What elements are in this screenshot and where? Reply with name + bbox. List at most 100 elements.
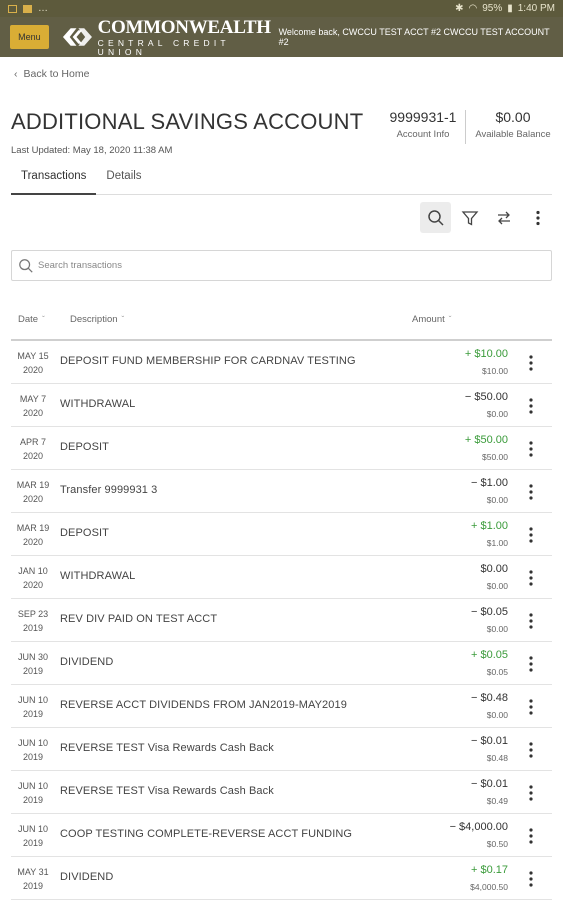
table-row[interactable]: MAR 19 2020 DEPOSIT + $1.00 $1.00 xyxy=(11,513,552,556)
row-running-balance: $0.00 xyxy=(486,624,508,634)
divider xyxy=(465,110,466,144)
row-more-icon[interactable] xyxy=(522,654,540,674)
row-description: Transfer 9999931 3 xyxy=(60,484,158,496)
bluetooth-icon: ✱ xyxy=(455,3,464,14)
table-row[interactable]: MAR 19 2020 Transfer 9999931 3 − $1.00 $0.00 xyxy=(11,470,552,513)
row-description: DIVIDEND xyxy=(60,656,114,668)
filter-icon[interactable] xyxy=(454,202,485,233)
back-link-label: Back to Home xyxy=(23,68,90,80)
row-description: DEPOSIT FUND MEMBERSHIP FOR CARDNAV TEST… xyxy=(60,355,356,367)
row-running-balance: $0.05 xyxy=(486,667,508,677)
notification-icon xyxy=(23,4,32,13)
row-running-balance: $50.00 xyxy=(482,452,508,462)
table-row[interactable]: JUN 10 2019 REVERSE TEST Visa Rewards Cash… xyxy=(11,728,552,771)
row-amount: − $50.00 xyxy=(464,391,508,403)
column-header-amount[interactable]: Amount ˇ xyxy=(412,314,451,325)
logo-text: COMMONWEALTH CENTRAL CREDIT UNION xyxy=(98,18,279,56)
table-row[interactable]: JAN 10 2020 WITHDRAWAL $0.00 $0.00 xyxy=(11,556,552,599)
column-header-description-label: Description xyxy=(70,314,118,325)
notification-icon xyxy=(8,4,17,13)
table-row[interactable]: JUN 30 2019 DIVIDEND + $0.05 $0.05 xyxy=(11,642,552,685)
menu-button[interactable]: Menu xyxy=(10,25,49,49)
tab-transactions[interactable]: Transactions xyxy=(11,168,97,195)
logo[interactable]: COMMONWEALTH CENTRAL CREDIT UNION xyxy=(61,18,279,56)
available-balance: $0.00 Available Balance xyxy=(470,109,556,140)
column-header-date[interactable]: Date ˇ xyxy=(18,314,45,325)
row-running-balance: $1.00 xyxy=(486,538,508,548)
row-date: MAY 7 2020 xyxy=(19,394,47,418)
column-header-date-label: Date xyxy=(18,314,39,325)
battery-icon: ▮ xyxy=(507,3,513,14)
welcome-message: Welcome back, CWCCU TEST ACCT #2 CWCCU T… xyxy=(278,27,550,47)
account-info[interactable]: 9999931-1 Account Info xyxy=(382,109,464,140)
clock: 1:40 PM xyxy=(517,3,555,14)
row-amount: − $0.05 xyxy=(470,606,508,618)
row-more-icon[interactable] xyxy=(522,482,540,502)
row-more-icon[interactable] xyxy=(522,783,540,803)
row-more-icon[interactable] xyxy=(522,740,540,760)
row-amount: − $4,000.00 xyxy=(449,821,508,833)
account-number-label: Account Info xyxy=(396,129,450,140)
row-running-balance: $0.50 xyxy=(486,839,508,849)
row-more-icon[interactable] xyxy=(522,611,540,631)
chevron-left-icon: ‹ xyxy=(14,68,18,80)
row-more-icon[interactable] xyxy=(522,568,540,588)
tab-details[interactable]: Details xyxy=(96,168,151,195)
row-description: DEPOSIT xyxy=(60,441,109,453)
row-date: JUN 10 2019 xyxy=(17,738,48,762)
row-description: WITHDRAWAL xyxy=(60,398,136,410)
row-amount: + $1.00 xyxy=(470,520,508,532)
sort-arrow-icon: ˇ xyxy=(448,315,452,324)
row-more-icon[interactable] xyxy=(522,439,540,459)
row-date: MAR 19 2020 xyxy=(16,523,50,547)
row-running-balance: $10.00 xyxy=(482,366,508,376)
table-row[interactable]: MAY 7 2020 WITHDRAWAL − $50.00 $0.00 xyxy=(11,384,552,427)
column-header-amount-label: Amount xyxy=(412,314,445,325)
transfer-icon[interactable] xyxy=(488,202,519,233)
search-box xyxy=(11,250,552,281)
row-more-icon[interactable] xyxy=(522,697,540,717)
row-running-balance: $0.49 xyxy=(486,796,508,806)
row-more-icon[interactable] xyxy=(522,353,540,373)
table-row[interactable]: JUN 10 2019 REVERSE TEST Visa Rewards Cash… xyxy=(11,771,552,814)
row-running-balance: $0.00 xyxy=(486,581,508,591)
more-icon[interactable] xyxy=(522,202,553,233)
logo-sub-text: CENTRAL CREDIT UNION xyxy=(97,38,230,57)
last-updated: Last Updated: May 18, 2020 11:38 AM xyxy=(11,145,173,156)
table-row[interactable]: JUN 10 2019 COOP TESTING COMPLETE-REVERSE … xyxy=(11,814,552,857)
table-row[interactable]: APR 7 2020 DEPOSIT + $50.00 $50.00 xyxy=(11,427,552,470)
column-header-description[interactable]: Description ˇ xyxy=(70,314,124,325)
row-more-icon[interactable] xyxy=(522,826,540,846)
search-icon xyxy=(19,258,33,273)
app-header: Menu COMMONWEALTH CENTRAL CREDIT UNION W… xyxy=(0,17,563,57)
table-row[interactable]: MAY 15 2020 DEPOSIT FUND MEMBERSHIP FOR CA… xyxy=(11,341,552,384)
row-date: APR 7 2020 xyxy=(19,437,46,461)
battery-level: 95% xyxy=(482,3,503,14)
back-to-home-link[interactable]: ‹ Back to Home xyxy=(14,68,89,80)
row-more-icon[interactable] xyxy=(522,525,540,545)
row-amount: − $1.00 xyxy=(470,477,508,489)
row-amount: + $0.05 xyxy=(470,649,508,661)
row-description: REVERSE ACCT DIVIDENDS FROM JAN2019-MAY2… xyxy=(60,699,347,711)
row-date: MAY 15 2020 xyxy=(17,351,49,375)
logo-mark-icon xyxy=(62,28,92,46)
search-icon[interactable] xyxy=(420,202,451,233)
transaction-toolbar xyxy=(420,202,553,233)
page-title: ADDITIONAL SAVINGS ACCOUNT xyxy=(11,109,364,134)
table-row[interactable]: SEP 23 2019 REV DIV PAID ON TEST ACCT − $0.… xyxy=(11,599,552,642)
row-date: JUN 10 2019 xyxy=(17,695,48,719)
row-amount: − $0.48 xyxy=(470,692,508,704)
table-row[interactable]: JUN 10 2019 REVERSE ACCT DIVIDENDS FROM JA… xyxy=(11,685,552,728)
row-description: DIVIDEND xyxy=(60,871,114,883)
row-amount: $0.00 xyxy=(480,563,508,575)
wifi-icon: ◠ xyxy=(468,3,478,14)
row-more-icon[interactable] xyxy=(522,396,540,416)
search-input[interactable] xyxy=(38,260,518,271)
row-description: REVERSE TEST Visa Rewards Cash Back xyxy=(60,785,274,797)
table-row[interactable]: MAY 31 2019 DIVIDEND + $0.17 $4,000.50 xyxy=(11,857,552,900)
row-amount: − $0.01 xyxy=(470,735,508,747)
row-more-icon[interactable] xyxy=(522,869,540,889)
row-date: MAR 19 2020 xyxy=(16,480,50,504)
logo-main-text: COMMONWEALTH xyxy=(97,17,271,38)
row-date: JUN 30 2019 xyxy=(17,652,48,676)
